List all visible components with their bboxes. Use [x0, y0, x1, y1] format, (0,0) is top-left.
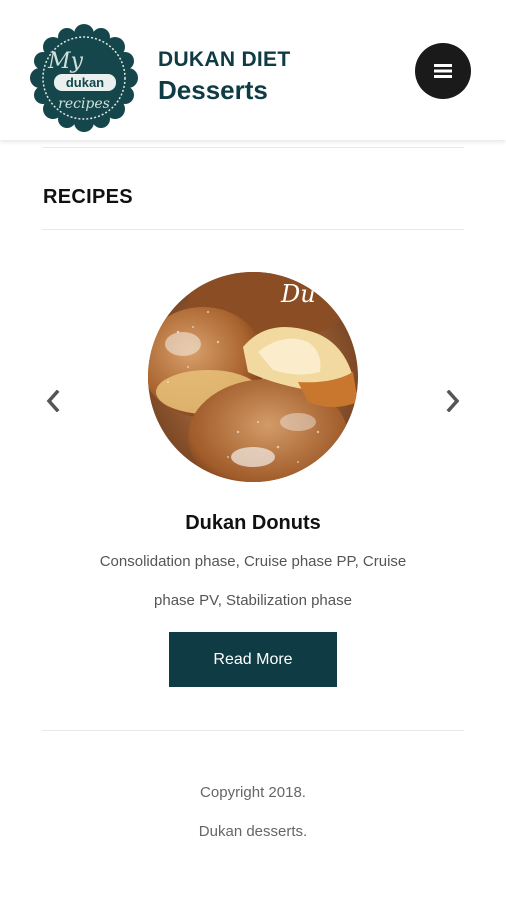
hamburger-icon: [434, 64, 452, 78]
footer-site-name: Dukan desserts.: [198, 823, 308, 840]
logo-word-dukan: dukan: [66, 75, 104, 90]
section-title: RECIPES: [43, 186, 133, 208]
chevron-left-icon: [46, 390, 60, 412]
logo-word-recipes: recipes: [58, 96, 110, 112]
recipe-image[interactable]: Du: [148, 272, 358, 482]
site-logo[interactable]: My dukan recipes: [28, 22, 140, 134]
divider-section: [42, 229, 464, 230]
recipe-categories: Consolidation phase, Cruise phase PP, Cr…: [99, 553, 407, 609]
carousel-next-button[interactable]: [438, 386, 468, 416]
site-brand[interactable]: DUKAN DIET Desserts: [158, 48, 291, 106]
brand-title: DUKAN DIET: [158, 48, 291, 71]
menu-button[interactable]: [415, 43, 471, 99]
chevron-right-icon: [446, 390, 460, 412]
footer-copyright: Copyright 2018.: [200, 784, 306, 801]
brand-subtitle: Desserts: [158, 75, 268, 105]
donut-photo: Du: [148, 272, 358, 482]
recipe-title[interactable]: Dukan Donuts: [0, 512, 506, 535]
logo-word-my: My: [47, 49, 84, 74]
site-header: My dukan recipes DUKAN DIET Desserts: [0, 0, 506, 140]
divider-top: [42, 147, 464, 148]
divider-footer: [42, 730, 464, 731]
read-more-button[interactable]: Read More: [169, 632, 337, 687]
carousel-prev-button[interactable]: [38, 386, 68, 416]
image-caption: Du: [280, 280, 316, 308]
